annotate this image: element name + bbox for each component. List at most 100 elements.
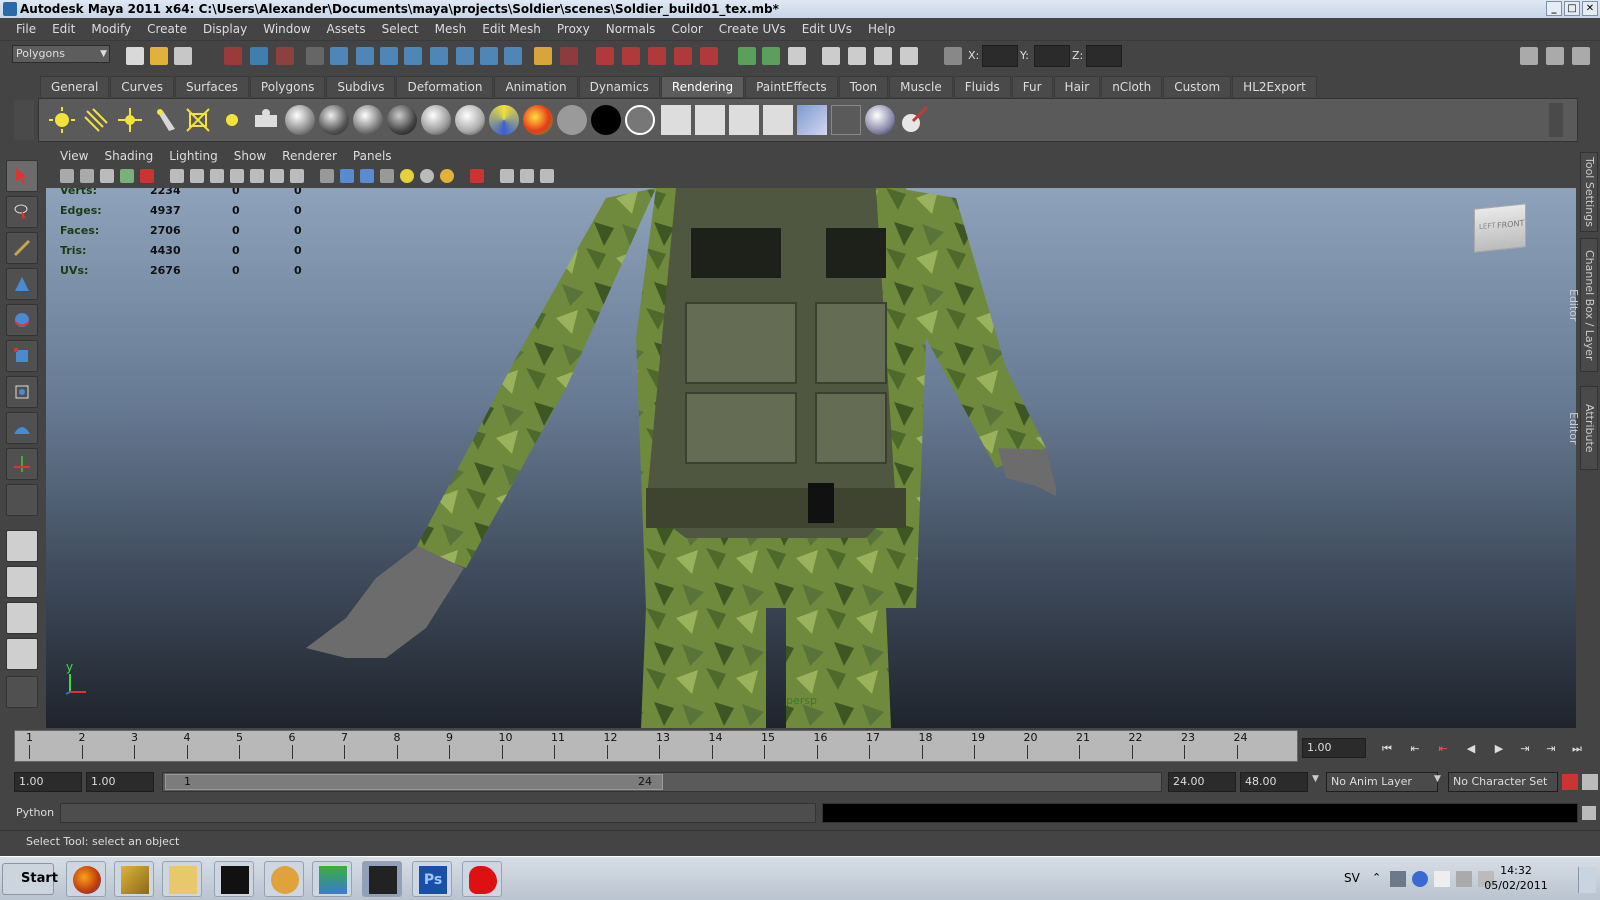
ambient-light-icon[interactable]: [47, 105, 77, 135]
select-tool[interactable]: [6, 160, 38, 192]
menu-color[interactable]: Color: [663, 22, 710, 36]
step-back-frame-button[interactable]: ⇤: [1404, 740, 1426, 758]
gate-mask-icon[interactable]: [230, 169, 244, 183]
snap-plane-icon[interactable]: [674, 47, 692, 65]
handle-icon[interactable]: [330, 47, 348, 65]
shadows-icon[interactable]: [420, 169, 434, 183]
deformation-icon[interactable]: [430, 47, 448, 65]
range-slider-handle[interactable]: 1 24: [165, 774, 663, 790]
shelf-tab-muscle[interactable]: Muscle: [889, 76, 953, 97]
grid-icon[interactable]: [170, 169, 184, 183]
current-time-field[interactable]: 1.00: [1302, 738, 1366, 758]
shelf-tab-fluids[interactable]: Fluids: [953, 76, 1011, 97]
shading-map-icon[interactable]: [523, 105, 553, 135]
step-forward-key-button[interactable]: ⇥: [1514, 740, 1536, 758]
snap-live-icon[interactable]: [700, 47, 718, 65]
isolate-select-icon[interactable]: [470, 169, 484, 183]
select-component-icon[interactable]: [276, 47, 294, 65]
view-cube[interactable]: LEFT FRONT: [1474, 203, 1526, 253]
help-icon[interactable]: [504, 47, 522, 65]
go-to-end-button[interactable]: ⏭: [1566, 740, 1588, 758]
menu-window[interactable]: Window: [255, 22, 318, 36]
shelf-scroll[interactable]: [1549, 103, 1563, 137]
snap-point-icon[interactable]: [648, 47, 666, 65]
batch-render-icon[interactable]: [831, 105, 861, 135]
menu-edit[interactable]: Edit: [44, 22, 83, 36]
input-mode-icon[interactable]: [944, 47, 962, 65]
shelf-tab-rendering[interactable]: Rendering: [660, 76, 745, 97]
channel-box-icon[interactable]: [1546, 47, 1564, 65]
auto-key-icon[interactable]: [1562, 774, 1578, 790]
panel-menu-renderer[interactable]: Renderer: [274, 149, 345, 163]
script-editor-icon[interactable]: [1582, 806, 1596, 820]
snap-curve-icon[interactable]: [622, 47, 640, 65]
panel-menu-view[interactable]: View: [52, 149, 96, 163]
hair-tube-shader-icon[interactable]: [625, 105, 655, 135]
taskbar-halflife[interactable]: [264, 861, 304, 897]
construction-icon[interactable]: [788, 47, 806, 65]
menu-assets[interactable]: Assets: [319, 22, 374, 36]
time-slider[interactable]: 1 2 3 4 5 6 7 8 9 10 11 12 13 14 15 16 17 18 19 20 21 22 23 24: [14, 730, 1298, 762]
shelf-tab-deformation[interactable]: Deformation: [396, 76, 494, 97]
rotate-tool[interactable]: [6, 304, 38, 336]
taskbar-splat[interactable]: [462, 861, 502, 897]
go-to-start-button[interactable]: ⏮: [1376, 740, 1398, 758]
paint-select-tool[interactable]: [6, 232, 38, 264]
shelf-tab-fur[interactable]: Fur: [1011, 76, 1053, 97]
tab-attribute-editor[interactable]: Attribute Editor: [1567, 386, 1598, 470]
universal-manipulator-tool[interactable]: [6, 376, 38, 408]
menu-display[interactable]: Display: [195, 22, 255, 36]
last-used-tool[interactable]: [6, 484, 38, 516]
tray-flag-icon[interactable]: [1434, 871, 1450, 887]
lock-icon[interactable]: [534, 47, 552, 65]
shelf-tab-dynamics[interactable]: Dynamics: [578, 76, 660, 97]
panel-menu-shading[interactable]: Shading: [96, 149, 161, 163]
range-slider[interactable]: 1 24: [162, 772, 1162, 792]
resolution-gate-icon[interactable]: [210, 169, 224, 183]
play-backward-button[interactable]: ◀: [1460, 740, 1482, 758]
volume-light-icon[interactable]: [217, 105, 247, 135]
blinn-shader-icon[interactable]: [319, 105, 349, 135]
minimize-button[interactable]: _: [1546, 1, 1562, 16]
taskbar-steam[interactable]: [214, 861, 254, 897]
bookmarks-icon[interactable]: [100, 169, 114, 183]
y-input[interactable]: [1034, 45, 1070, 67]
show-desktop-button[interactable]: [1578, 867, 1596, 893]
panel-menu-panels[interactable]: Panels: [345, 149, 400, 163]
select-hierarchy-icon[interactable]: [224, 47, 242, 65]
phong-shader-icon[interactable]: [353, 105, 383, 135]
layout-icon[interactable]: [1520, 47, 1538, 65]
end-time-field[interactable]: 48.00: [1240, 772, 1308, 792]
field-chart-icon[interactable]: [250, 169, 264, 183]
joint-icon[interactable]: [356, 47, 374, 65]
dynamics-icon[interactable]: [456, 47, 474, 65]
use-all-lights-icon[interactable]: [400, 169, 414, 183]
wireframe-on-shaded-icon[interactable]: [360, 169, 374, 183]
camera-attributes-icon[interactable]: [80, 169, 94, 183]
ipr-icon[interactable]: [874, 47, 892, 65]
menu-modify[interactable]: Modify: [83, 22, 139, 36]
safe-action-icon[interactable]: [270, 169, 284, 183]
menu-edit-uvs[interactable]: Edit UVs: [794, 22, 860, 36]
directional-light-icon[interactable]: [81, 105, 111, 135]
menu-create-uvs[interactable]: Create UVs: [711, 22, 794, 36]
step-back-key-button[interactable]: ⇤: [1432, 740, 1454, 758]
tool-settings-icon[interactable]: [1572, 47, 1590, 65]
tray-bluetooth-icon[interactable]: [1412, 871, 1428, 887]
maximize-button[interactable]: □: [1564, 1, 1580, 16]
command-language-label[interactable]: Python: [16, 806, 54, 819]
xray-icon[interactable]: [500, 169, 514, 183]
save-scene-icon[interactable]: [174, 47, 192, 65]
shelf-tab-toon[interactable]: Toon: [838, 76, 889, 97]
lasso-tool[interactable]: [6, 196, 38, 228]
paint-brush-icon[interactable]: [899, 105, 929, 135]
single-perspective-layout[interactable]: [6, 530, 38, 562]
command-input[interactable]: [60, 803, 816, 823]
ramp-shader-icon[interactable]: [489, 105, 519, 135]
show-manipulator-tool[interactable]: [6, 448, 38, 480]
menu-proxy[interactable]: Proxy: [549, 22, 598, 36]
tab-tool-settings[interactable]: Tool Settings: [1580, 152, 1598, 232]
smooth-shade-icon[interactable]: [340, 169, 354, 183]
render-settings-icon[interactable]: [900, 47, 918, 65]
select-object-icon[interactable]: [250, 47, 268, 65]
